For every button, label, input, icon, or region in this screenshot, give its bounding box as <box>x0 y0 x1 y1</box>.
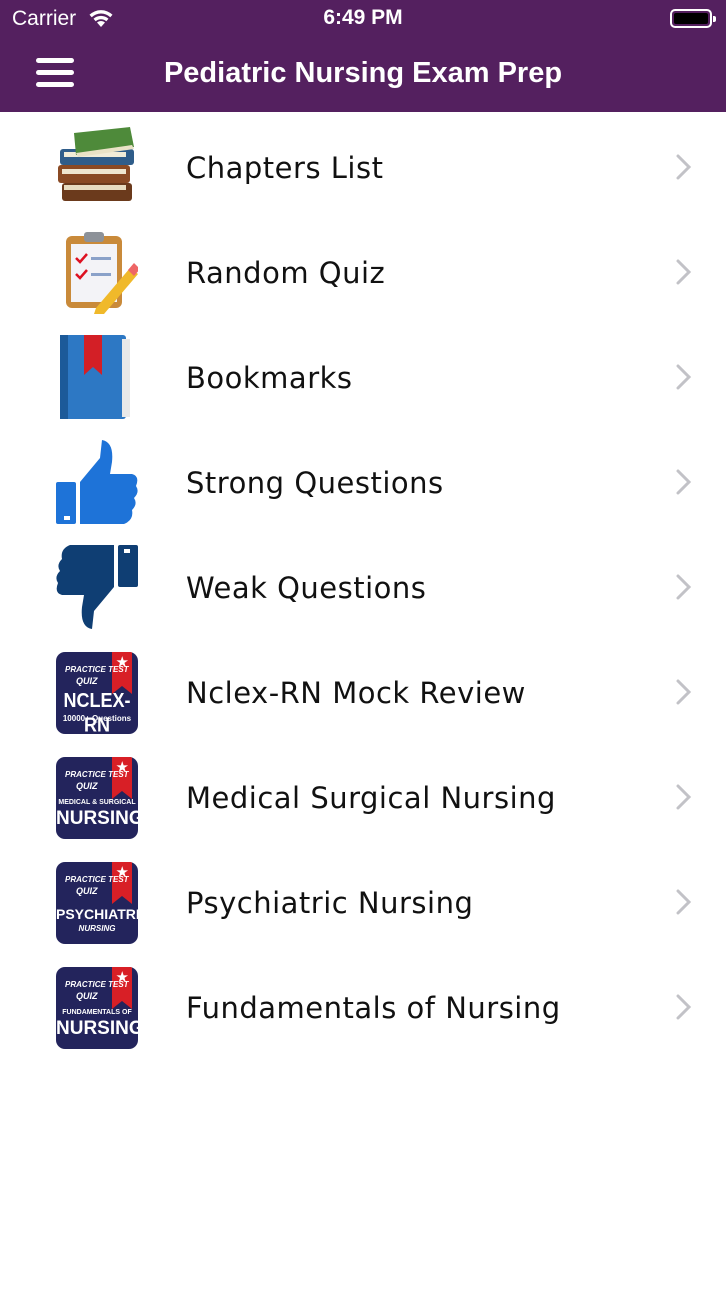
chevron-right-icon <box>676 994 692 1020</box>
navigation-bar: Pediatric Nursing Exam Prep <box>0 38 726 112</box>
list-item-strong-questions[interactable]: Strong Questions <box>0 430 726 535</box>
item-label: Chapters List <box>186 151 384 185</box>
list-item-medical-surgical-nursing[interactable]: ★ PRACTICE TEST QUIZ MEDICAL & SURGICAL … <box>0 745 726 850</box>
list-item-weak-questions[interactable]: Weak Questions <box>0 535 726 640</box>
clipboard-pencil-icon <box>66 232 138 314</box>
item-label: Fundamentals of Nursing <box>186 991 561 1025</box>
chevron-right-icon <box>676 364 692 390</box>
menu-list: Chapters List Random Quiz Bookmarks Stro… <box>0 115 726 1060</box>
chevron-right-icon <box>676 889 692 915</box>
fundamentals-badge-icon: ★ PRACTICE TEST QUIZ FUNDAMENTALS OF NUR… <box>56 967 138 1049</box>
battery-icon <box>670 9 716 28</box>
status-bar: Carrier 6:49 PM <box>0 0 726 38</box>
top-bar: Carrier 6:49 PM Pediatric Nursing Exam P… <box>0 0 726 112</box>
chevron-right-icon <box>676 784 692 810</box>
bookmark-book-icon <box>60 335 130 419</box>
status-time: 6:49 PM <box>323 6 403 29</box>
chevron-right-icon <box>676 469 692 495</box>
chevron-right-icon <box>676 259 692 285</box>
item-label: Medical Surgical Nursing <box>186 781 556 815</box>
list-item-psychiatric-nursing[interactable]: ★ PRACTICE TEST QUIZ PSYCHIATRIC NURSING… <box>0 850 726 955</box>
nclex-rn-badge-icon: ★ PRACTICE TEST QUIZ NCLEX-RN 10000+ Que… <box>56 652 138 734</box>
chevron-right-icon <box>676 154 692 180</box>
list-item-random-quiz[interactable]: Random Quiz <box>0 220 726 325</box>
books-icon <box>58 127 134 201</box>
list-item-fundamentals-of-nursing[interactable]: ★ PRACTICE TEST QUIZ FUNDAMENTALS OF NUR… <box>0 955 726 1060</box>
list-item-chapters-list[interactable]: Chapters List <box>0 115 726 220</box>
list-item-nclex-rn-mock-review[interactable]: ★ PRACTICE TEST QUIZ NCLEX-RN 10000+ Que… <box>0 640 726 745</box>
thumbs-down-icon <box>56 545 138 629</box>
list-item-bookmarks[interactable]: Bookmarks <box>0 325 726 430</box>
medical-surgical-badge-icon: ★ PRACTICE TEST QUIZ MEDICAL & SURGICAL … <box>56 757 138 839</box>
chevron-right-icon <box>676 679 692 705</box>
item-label: Nclex-RN Mock Review <box>186 676 526 710</box>
item-label: Weak Questions <box>186 571 427 605</box>
item-label: Random Quiz <box>186 256 386 290</box>
psychiatric-badge-icon: ★ PRACTICE TEST QUIZ PSYCHIATRIC NURSING <box>56 862 138 944</box>
page-title: Pediatric Nursing Exam Prep <box>163 57 563 89</box>
item-label: Strong Questions <box>186 466 444 500</box>
item-label: Bookmarks <box>186 361 353 395</box>
thumbs-up-icon <box>56 440 138 524</box>
chevron-right-icon <box>676 574 692 600</box>
item-label: Psychiatric Nursing <box>186 886 474 920</box>
